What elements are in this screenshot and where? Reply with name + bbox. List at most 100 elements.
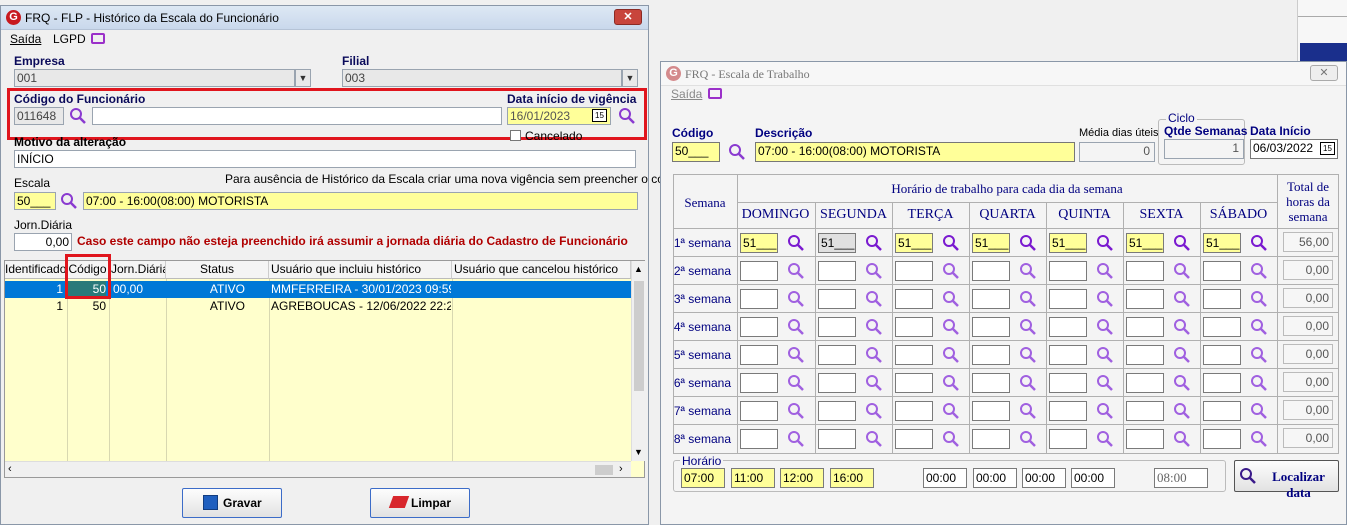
day-code-input[interactable]: 51___ [1126,233,1164,253]
search-icon[interactable] [1019,234,1037,252]
day-code-input[interactable] [818,401,856,421]
jorn-input[interactable]: 0,00 [14,233,72,251]
day-code-input[interactable] [1126,317,1164,337]
day-code-input[interactable]: 51___ [818,233,856,253]
search-icon[interactable] [1096,374,1114,392]
day-code-input[interactable] [1049,345,1087,365]
day-code-input[interactable] [895,429,933,449]
search-icon[interactable] [1019,346,1037,364]
day-code-input[interactable] [740,317,778,337]
search-icon[interactable] [1019,262,1037,280]
search-icon[interactable] [787,346,805,364]
search-icon[interactable] [942,374,960,392]
search-icon[interactable] [1250,262,1268,280]
search-icon[interactable] [942,262,960,280]
day-code-input[interactable] [818,261,856,281]
horario-input[interactable]: 00:00 [923,468,967,488]
day-code-input[interactable] [895,373,933,393]
filial-select[interactable]: 003 [342,69,622,87]
search-icon[interactable] [787,318,805,336]
search-icon[interactable] [1096,262,1114,280]
search-icon[interactable] [1173,374,1191,392]
day-code-input[interactable] [740,289,778,309]
horario-input[interactable]: 00:00 [1071,468,1115,488]
search-icon[interactable] [1096,318,1114,336]
search-icon[interactable] [1250,374,1268,392]
scroll-down-icon[interactable]: ▼ [634,447,643,457]
day-code-input[interactable] [895,261,933,281]
search-icon[interactable] [865,234,883,252]
search-icon[interactable] [865,346,883,364]
search-icon[interactable] [1250,430,1268,448]
search-icon[interactable] [1250,290,1268,308]
search-icon[interactable] [1250,346,1268,364]
day-code-input[interactable] [1126,345,1164,365]
day-code-input[interactable] [895,345,933,365]
search-icon[interactable] [1019,290,1037,308]
menu-saida[interactable]: Saída [10,32,41,46]
day-code-input[interactable]: 51___ [972,233,1010,253]
search-icon[interactable] [1173,430,1191,448]
search-icon[interactable] [942,430,960,448]
search-icon[interactable] [1173,262,1191,280]
day-code-input[interactable] [1049,289,1087,309]
horario-input[interactable]: 07:00 [681,468,725,488]
close-button[interactable]: ✕ [614,9,642,25]
day-code-input[interactable] [1203,429,1241,449]
scroll-thumb[interactable] [634,281,644,391]
column-header[interactable]: Identificador [5,261,67,279]
day-code-input[interactable] [1049,317,1087,337]
day-code-input[interactable] [895,317,933,337]
day-code-input[interactable] [1049,429,1087,449]
day-code-input[interactable] [972,345,1010,365]
day-code-input[interactable] [740,261,778,281]
column-header[interactable]: Usuário que cancelou histórico [452,261,631,279]
column-header[interactable]: Usuário que incluiu histórico [269,261,452,279]
chevron-down-icon[interactable]: ▼ [295,69,311,87]
limpar-button[interactable]: Limpar [370,488,470,518]
search-icon[interactable] [728,143,746,161]
cancelado-checkbox[interactable] [510,130,521,141]
gravar-button[interactable]: Gravar [182,488,282,518]
chevron-down-icon[interactable]: ▼ [622,69,638,87]
day-code-input[interactable] [1049,261,1087,281]
search-icon[interactable] [787,234,805,252]
day-code-input[interactable] [972,401,1010,421]
horizontal-scrollbar[interactable]: ‹ › [5,461,631,477]
search-icon[interactable] [1096,234,1114,252]
day-code-input[interactable] [1203,261,1241,281]
day-code-input[interactable] [972,429,1010,449]
search-icon[interactable] [942,402,960,420]
menu-saida[interactable]: Saída [671,87,702,101]
search-icon[interactable] [865,290,883,308]
scroll-left-icon[interactable]: ‹ [8,463,12,475]
search-icon[interactable] [942,234,960,252]
day-code-input[interactable] [1126,373,1164,393]
close-button[interactable]: ✕ [1310,65,1338,81]
horario-input[interactable]: 00:00 [1022,468,1066,488]
day-code-input[interactable] [1203,373,1241,393]
day-code-input[interactable] [818,429,856,449]
search-icon[interactable] [1096,290,1114,308]
day-code-input[interactable] [818,317,856,337]
search-icon[interactable] [1096,346,1114,364]
search-icon[interactable] [1096,402,1114,420]
day-code-input[interactable] [1203,317,1241,337]
scroll-thumb[interactable] [595,465,613,475]
horario-input[interactable]: 00:00 [973,468,1017,488]
search-icon[interactable] [787,374,805,392]
day-code-input[interactable] [818,345,856,365]
screen-icon[interactable] [91,33,105,44]
column-header[interactable]: Jorn.Diária [109,261,166,279]
day-code-input[interactable] [740,429,778,449]
search-icon[interactable] [1250,402,1268,420]
table-row[interactable]: 1 50 ATIVO AGREBOUCAS - 12/06/2022 22:27 [5,298,631,315]
search-icon[interactable] [1019,318,1037,336]
motivo-input[interactable]: INÍCIO [14,150,636,168]
search-icon[interactable] [1250,318,1268,336]
search-icon[interactable] [865,262,883,280]
scroll-up-icon[interactable]: ▲ [634,264,643,274]
day-code-input[interactable] [1049,373,1087,393]
search-icon[interactable] [1019,402,1037,420]
search-icon[interactable] [942,346,960,364]
